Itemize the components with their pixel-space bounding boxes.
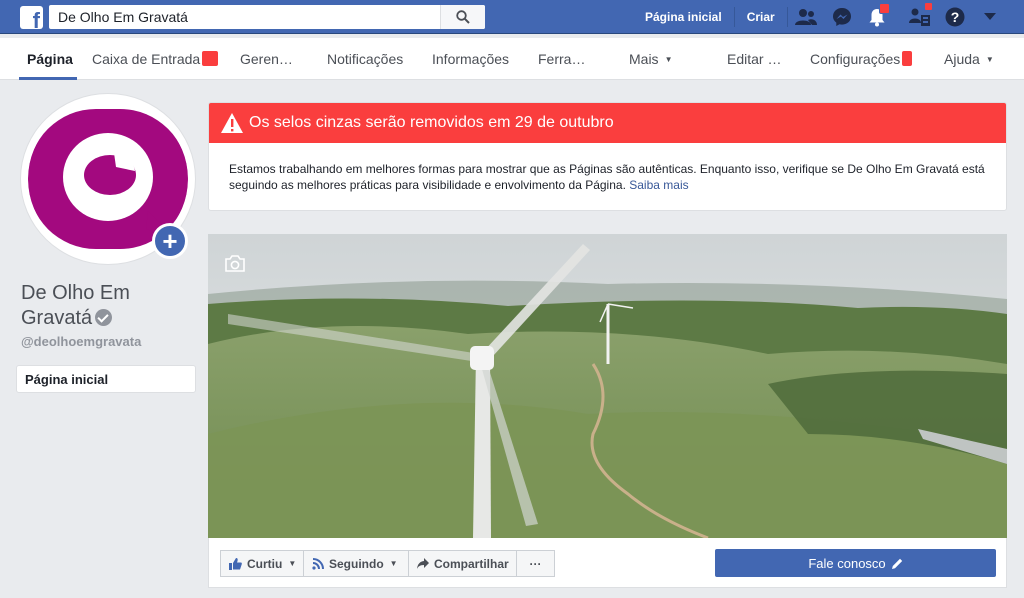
share-label: Compartilhar <box>434 556 509 571</box>
top-links: Página inicial Criar <box>633 0 788 34</box>
like-button[interactable]: Curtiu ▼ <box>220 550 304 577</box>
active-tab-underline <box>19 77 77 80</box>
tab-label: Configurações <box>810 51 901 67</box>
messenger-icon[interactable] <box>830 5 854 29</box>
alert-title: Os selos cinzas serão removidos em 29 de… <box>249 114 614 131</box>
warning-icon <box>221 113 243 133</box>
inbox-badge <box>202 51 219 66</box>
rss-icon <box>312 557 324 570</box>
alert-body: Estamos trabalhando em melhores formas p… <box>229 161 989 193</box>
tab-label: Ajuda <box>944 51 980 67</box>
tab-notifications[interactable]: Notificações <box>327 38 403 80</box>
bell-icon[interactable] <box>865 3 890 29</box>
chevron-down-icon: ▼ <box>288 559 297 568</box>
tab-pagina[interactable]: Página <box>27 38 73 80</box>
pages-badge <box>924 2 933 11</box>
chevron-down-icon: ▼ <box>985 55 994 64</box>
alert-card: Os selos cinzas serão removidos em 29 de… <box>208 102 1007 211</box>
more-options-button[interactable]: ··· <box>516 550 555 577</box>
cover-photo[interactable] <box>208 234 1007 538</box>
home-link[interactable]: Página inicial <box>633 7 735 27</box>
page-nav: Página Caixa de Entrada Geren… Notificaç… <box>0 38 1024 80</box>
tab-label: Página <box>27 51 73 67</box>
help-icon[interactable]: ? <box>943 5 967 29</box>
tab-label: Editar … <box>727 51 782 67</box>
tab-tools[interactable]: Ferra… <box>538 38 585 80</box>
facebook-logo-icon[interactable]: f <box>20 6 43 32</box>
search-input[interactable] <box>49 5 439 29</box>
top-bar: f Página inicial Criar ? <box>0 0 1024 34</box>
like-label: Curtiu <box>247 556 283 571</box>
pages-icon[interactable] <box>908 2 933 29</box>
search-box <box>49 5 485 29</box>
tab-label: Geren… <box>240 51 293 67</box>
alert-header: Os selos cinzas serão removidos em 29 de… <box>209 103 1006 143</box>
tab-insights[interactable]: Informações <box>432 38 509 80</box>
plus-icon: + <box>162 226 178 256</box>
camera-icon[interactable] <box>224 255 246 272</box>
follow-button[interactable]: Seguindo ▼ <box>303 550 409 577</box>
alert-text: Estamos trabalhando em melhores formas p… <box>229 162 985 192</box>
tab-manage[interactable]: Geren… <box>240 38 293 80</box>
contact-label: Fale conosco <box>808 555 886 571</box>
follow-label: Seguindo <box>329 556 384 571</box>
page-name-text: De Olho Em Gravatá <box>21 282 130 329</box>
create-link[interactable]: Criar <box>735 7 788 27</box>
contact-us-button[interactable]: Fale conosco <box>715 549 996 577</box>
learn-more-link[interactable]: Saiba mais <box>629 178 688 192</box>
verified-icon <box>95 309 113 326</box>
tab-label: Informações <box>432 51 510 67</box>
tab-label: Ferra… <box>538 51 586 67</box>
tab-edit[interactable]: Editar … <box>727 38 781 80</box>
share-button[interactable]: Compartilhar <box>408 550 517 577</box>
tab-settings[interactable]: Configurações <box>810 38 913 80</box>
thumbs-up-icon <box>229 557 242 570</box>
tab-label: Caixa de Entrada <box>92 51 201 67</box>
sidebar-item-home[interactable]: Página inicial <box>16 365 196 393</box>
page-handle[interactable]: @deolhoemgravata <box>21 334 141 349</box>
search-icon <box>456 10 470 24</box>
chevron-down-icon: ▼ <box>664 55 673 64</box>
tab-label: Mais <box>629 51 659 67</box>
pencil-icon <box>891 558 902 569</box>
svg-text:?: ? <box>951 9 960 25</box>
search-button[interactable] <box>440 5 485 29</box>
tab-more[interactable]: Mais ▼ <box>629 38 672 80</box>
friends-icon[interactable] <box>794 5 818 29</box>
page-name: De Olho Em Gravatá <box>21 281 201 331</box>
chevron-down-icon[interactable] <box>978 5 1002 29</box>
tab-inbox[interactable]: Caixa de Entrada <box>92 38 219 80</box>
settings-badge <box>902 51 913 66</box>
add-photo-button[interactable]: + <box>152 223 188 259</box>
page-action-bar: Curtiu ▼ Seguindo ▼ Compartilhar ··· Fal… <box>208 538 1007 588</box>
chevron-down-icon: ▼ <box>389 559 398 568</box>
tab-label: Notificações <box>327 51 404 67</box>
share-icon <box>417 558 429 569</box>
wind-turbine-landscape-image <box>208 234 1007 538</box>
notification-badge <box>879 3 890 14</box>
more-label: ··· <box>529 556 542 571</box>
tab-help[interactable]: Ajuda ▼ <box>944 38 994 80</box>
